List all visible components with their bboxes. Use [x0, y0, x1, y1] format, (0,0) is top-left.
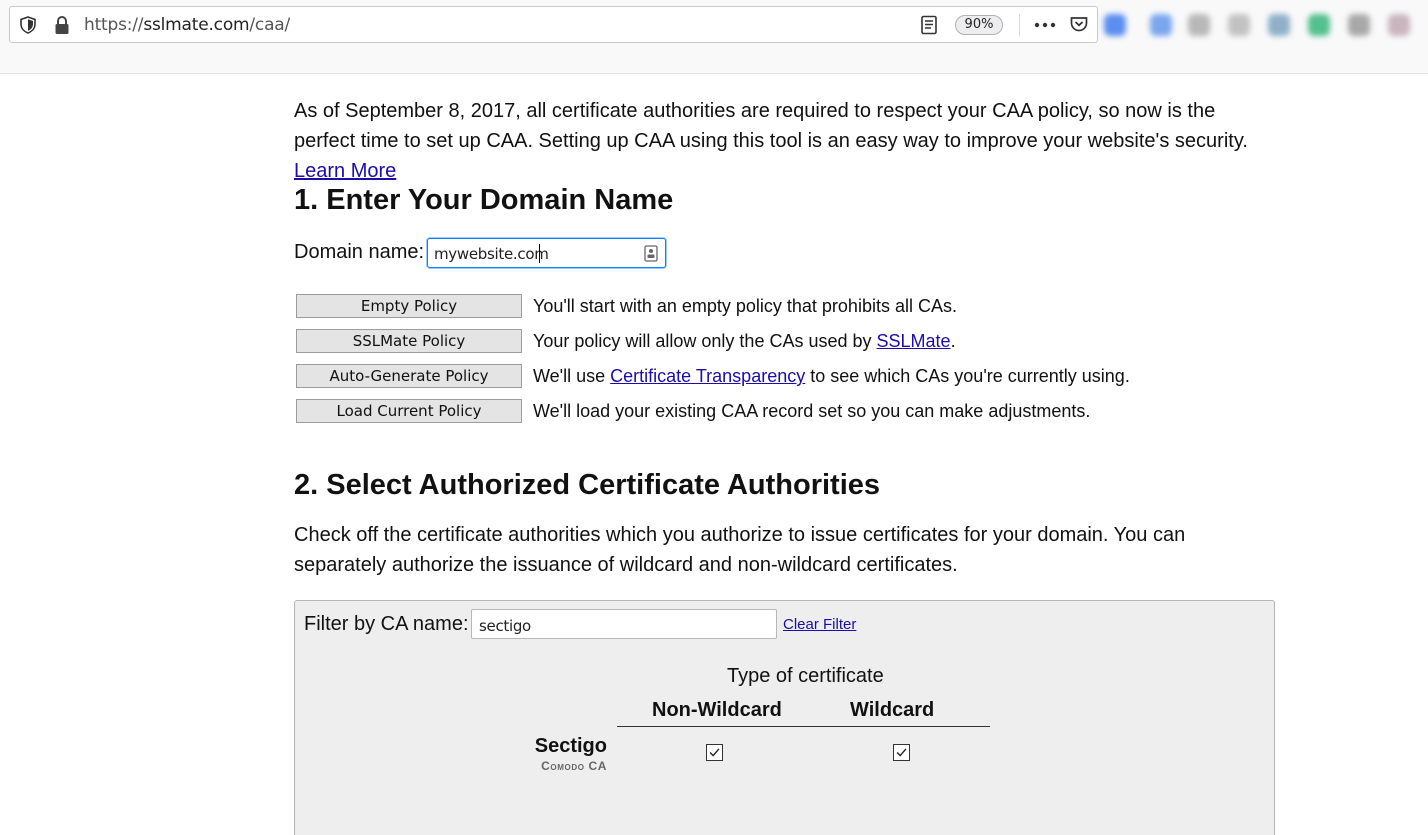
domain-label: Domain name: — [294, 241, 425, 263]
reader-view-icon[interactable] — [919, 15, 939, 35]
extension-icon[interactable] — [1150, 14, 1172, 36]
clear-filter-link[interactable]: Clear Filter — [783, 616, 856, 633]
address-bar[interactable]: https://sslmate.com/caa/ 90% — [9, 6, 1098, 43]
zoom-level-badge[interactable]: 90% — [955, 15, 1003, 35]
autofill-icon[interactable] — [644, 245, 658, 262]
policy-row-load-current: Load Current Policy We'll load your exis… — [296, 399, 1196, 423]
address-bar-divider — [1019, 14, 1020, 36]
extension-icon[interactable] — [1308, 14, 1330, 36]
extension-icon[interactable] — [1268, 14, 1290, 36]
extension-icon[interactable] — [1188, 14, 1210, 36]
extension-icon[interactable] — [1104, 14, 1126, 36]
more-actions-icon[interactable] — [1033, 15, 1057, 35]
domain-input[interactable]: mywebsite.com — [427, 238, 666, 268]
step2-heading: 2. Select Authorized Certificate Authori… — [294, 469, 881, 501]
main-content: As of September 8, 2017, all certificate… — [294, 96, 1284, 576]
auto-generate-policy-description: We'll use Certificate Transparency to se… — [533, 366, 1130, 386]
sslmate-policy-description: Your policy will allow only the CAs used… — [533, 331, 956, 351]
ca-filter-panel: Filter by CA name: sectigo Clear Filter … — [294, 600, 1275, 835]
policy-row-auto-generate: Auto-Generate Policy We'll use Certifica… — [296, 364, 1196, 388]
tracking-protection-shield-icon[interactable] — [19, 16, 37, 34]
browser-toolbar: https://sslmate.com/caa/ 90% — [0, 0, 1428, 74]
filter-label: Filter by CA name: — [304, 613, 469, 635]
step1-heading: 1. Enter Your Domain Name — [294, 184, 674, 216]
lock-icon[interactable] — [53, 15, 71, 35]
sslmate-link[interactable]: SSLMate — [877, 331, 951, 351]
learn-more-link[interactable]: Learn More — [294, 160, 396, 182]
filter-input-value: sectigo — [479, 617, 531, 635]
extension-icon[interactable] — [1348, 14, 1370, 36]
wildcard-column-header: Wildcard — [850, 699, 935, 721]
extension-icon[interactable] — [1228, 14, 1250, 36]
domain-input-value: mywebsite.com — [434, 245, 549, 263]
step2-description: Check off the certificate authorities wh… — [294, 524, 1186, 576]
policy-row-sslmate: SSLMate Policy Your policy will allow on… — [296, 329, 1196, 353]
auto-generate-policy-button[interactable]: Auto-Generate Policy — [296, 364, 522, 388]
wildcard-checkbox[interactable] — [893, 744, 910, 761]
url-text[interactable]: https://sslmate.com/caa/ — [84, 15, 290, 35]
non-wildcard-checkbox[interactable] — [706, 744, 723, 761]
column-header-divider — [617, 726, 990, 727]
extension-icon[interactable] — [1388, 14, 1410, 36]
pocket-icon[interactable] — [1069, 14, 1089, 34]
ca-alias: Comodo CA — [541, 759, 607, 773]
non-wildcard-column-header: Non-Wildcard — [652, 699, 782, 721]
ca-name: Sectigo — [534, 735, 607, 757]
intro-paragraph: As of September 8, 2017, all certificate… — [294, 96, 1279, 186]
load-current-policy-description: We'll load your existing CAA record set … — [533, 401, 1091, 421]
policy-row-empty: Empty Policy You'll start with an empty … — [296, 294, 1196, 318]
extensions-area — [1100, 4, 1428, 48]
sslmate-policy-button[interactable]: SSLMate Policy — [296, 329, 522, 353]
load-current-policy-button[interactable]: Load Current Policy — [296, 399, 522, 423]
text-caret — [539, 244, 540, 263]
type-of-certificate-heading: Type of certificate — [727, 665, 884, 687]
intro-text: As of September 8, 2017, all certificate… — [294, 100, 1248, 152]
certificate-transparency-link[interactable]: Certificate Transparency — [610, 366, 805, 386]
empty-policy-button[interactable]: Empty Policy — [296, 294, 522, 318]
empty-policy-description: You'll start with an empty policy that p… — [533, 296, 957, 316]
filter-input[interactable]: sectigo — [471, 609, 777, 639]
